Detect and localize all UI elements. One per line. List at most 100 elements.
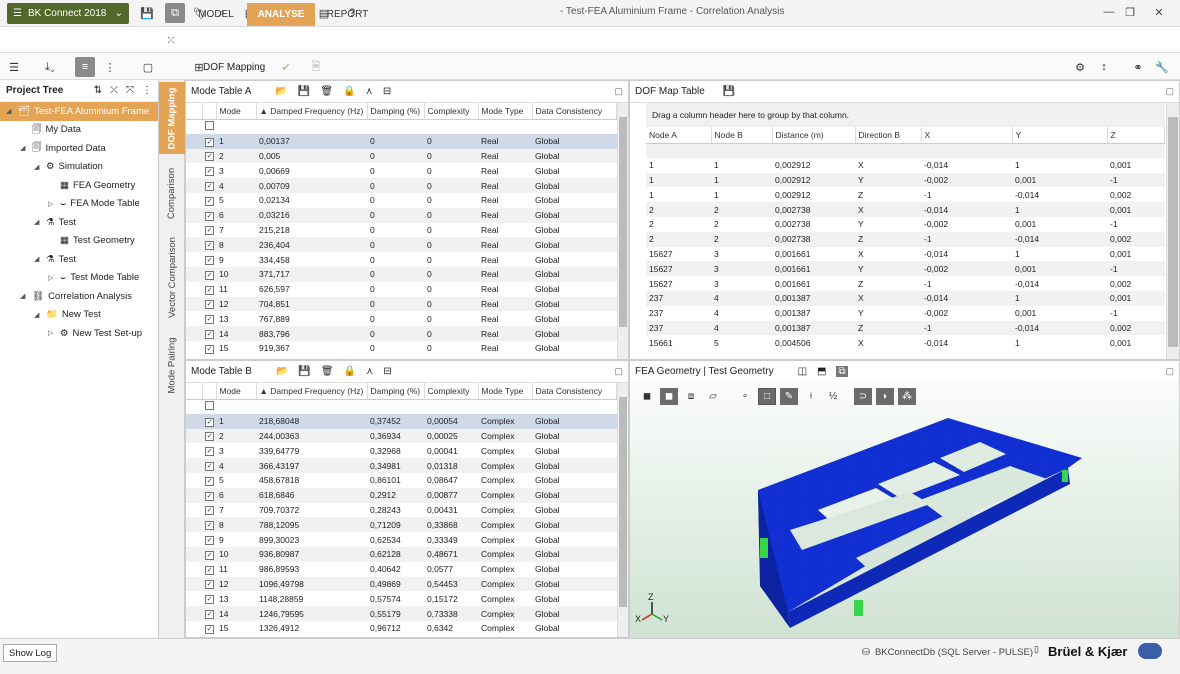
column-header[interactable]: Mode — [216, 103, 257, 120]
table-row[interactable]: ✓ 14 1246,79595 0,55179 0,73338 Complex Global — [186, 606, 617, 621]
caret-down-icon[interactable]: ◢ — [34, 255, 42, 263]
table-row[interactable]: ✓ 13 1148,28859 0,57574 0,15172 Complex Global — [186, 591, 617, 606]
row-checkbox[interactable]: ✓ — [205, 167, 214, 177]
split-horizontal-icon[interactable]: ⬒ — [817, 366, 826, 377]
table-row[interactable]: ✓ 9 899,30023 0,62534 0,33349 Complex Global — [186, 532, 617, 547]
row-checkbox[interactable]: ✓ — [205, 330, 214, 340]
row-checkbox[interactable]: ✓ — [205, 344, 214, 354]
table-row[interactable]: ✓ 11 986,89593 0,40642 0,0577 Complex Global — [186, 562, 617, 577]
more-icon[interactable]: ⋮ — [142, 85, 152, 96]
minimize-icon[interactable]: — — [1100, 3, 1118, 21]
node-icon[interactable]: ⟊ — [802, 388, 820, 405]
vtab-mode-pairing[interactable]: Mode Pairing — [159, 330, 185, 400]
table-row[interactable]: ✓ 8 788,12095 0,71209 0,33868 Complex Global — [186, 517, 617, 533]
column-header[interactable]: Node B — [711, 127, 773, 144]
scroll-thumb[interactable] — [1168, 117, 1178, 347]
row-checkbox[interactable]: ✓ — [205, 610, 214, 620]
table-row[interactable]: 15661 5 0,004506 X -0,014 1 0,001 — [646, 335, 1165, 350]
column-header[interactable]: ▲ Damped Frequency (Hz) — [256, 383, 368, 400]
group-by-area[interactable]: Drag a column header here to group by th… — [646, 103, 1165, 127]
transparent-cube-icon[interactable]: ▱ — [704, 388, 722, 405]
table-row[interactable]: ✓ 13 767,889 0 0 Real Global — [186, 311, 617, 326]
tab-report[interactable]: REPORT — [320, 3, 375, 26]
folder-network-icon[interactable]: ⊟ — [383, 366, 391, 377]
maximize-icon[interactable]: ▢ — [614, 86, 623, 97]
column-header[interactable]: Mode Type — [478, 383, 533, 400]
row-checkbox[interactable]: ✓ — [205, 565, 214, 575]
table-row[interactable]: ✓ 12 704,851 0 0 Real Global — [186, 296, 617, 312]
settings-gear-icon[interactable]: ⚙ — [1070, 57, 1090, 77]
wrench-icon[interactable]: 🔧 — [1152, 57, 1172, 77]
tree-item[interactable]: ▷ ⚙ New Test Set-up — [0, 324, 158, 343]
shaded-cube-icon[interactable]: ◼ — [660, 387, 678, 405]
caret-down-icon[interactable]: ◢ — [20, 144, 28, 152]
curve-icon[interactable]: ⊃ — [854, 387, 872, 405]
row-checkbox[interactable]: ✓ — [205, 536, 214, 546]
network-icon[interactable]: ⁂ — [898, 387, 916, 405]
column-header[interactable]: Z — [1107, 127, 1165, 144]
tree-item[interactable]: ▦ FEA Geometry — [0, 176, 158, 195]
row-checkbox[interactable]: ✓ — [205, 152, 214, 162]
row-checkbox[interactable]: ✓ — [205, 300, 214, 310]
row-checkbox[interactable]: ✓ — [205, 315, 214, 325]
tree-item[interactable]: ◢ 📁 New Test — [0, 306, 158, 325]
delete-icon[interactable]: 🗑 — [321, 366, 334, 377]
point-icon[interactable]: ∘ — [736, 388, 754, 405]
caret-right-icon[interactable]: ▷ — [48, 329, 56, 337]
caret-down-icon[interactable]: ◢ — [34, 218, 42, 226]
caret-down-icon[interactable]: ◢ — [20, 292, 28, 300]
vertical-scrollbar[interactable] — [617, 383, 628, 637]
lock-icon[interactable]: 🔒 — [344, 366, 356, 377]
save-icon[interactable]: 💾 — [137, 3, 157, 23]
row-checkbox[interactable]: ✓ — [205, 476, 214, 486]
table-row[interactable]: ✓ 5 0,02134 0 0 Real Global — [186, 193, 617, 208]
delete-icon[interactable]: 🗑 — [320, 86, 333, 97]
sort-icon[interactable]: ↕ — [1094, 57, 1114, 77]
table-row[interactable]: ✓ 1 0,00137 0 0 Real Global — [186, 133, 617, 149]
vtab-vector-comparison[interactable]: Vector Comparison — [159, 230, 185, 324]
collapse-all-icon[interactable]: ⤫ — [110, 85, 118, 96]
menu-icon[interactable]: ☰ — [4, 57, 24, 77]
split-vertical-icon[interactable]: ◫ — [798, 366, 807, 377]
table-row[interactable]: ✓ 6 618,6846 0,2912 0,00877 Complex Global — [186, 487, 617, 503]
row-checkbox[interactable]: ✓ — [205, 550, 214, 560]
maximize-icon[interactable]: ▢ — [1165, 86, 1174, 97]
table-row[interactable]: 2 2 0,002738 Z -1 -0,014 0,002 — [646, 231, 1165, 247]
table-row[interactable]: ✓ 3 339,64779 0,32968 0,00041 Complex Global — [186, 443, 617, 458]
row-checkbox[interactable]: ✓ — [205, 285, 214, 295]
row-checkbox[interactable]: ✓ — [205, 196, 214, 206]
table-row[interactable]: ✓ 2 0,005 0 0 Real Global — [186, 148, 617, 164]
tab-model[interactable]: MODEL — [190, 3, 242, 26]
open-folder-icon[interactable]: 📂 — [276, 366, 288, 377]
scroll-thumb[interactable] — [619, 117, 627, 327]
caret-right-icon[interactable]: ▷ — [48, 274, 56, 282]
row-checkbox[interactable]: ✓ — [205, 270, 214, 280]
antenna-icon[interactable]: ⋏ — [365, 86, 372, 97]
tree-item[interactable]: ▷ ⌣ FEA Mode Table — [0, 195, 158, 214]
table-row[interactable]: ✓ 14 883,796 0 0 Real Global — [186, 326, 617, 341]
table-row[interactable]: 237 4 0,001387 Y -0,002 0,001 -1 — [646, 306, 1165, 321]
row-checkbox[interactable]: ✓ — [205, 417, 214, 427]
table-row[interactable]: 237 4 0,001387 X -0,014 1 0,001 — [646, 290, 1165, 306]
vtab-comparison[interactable]: Comparison — [159, 160, 185, 226]
open-folder-icon[interactable]: 📂 — [275, 86, 287, 97]
table-row[interactable]: ✓ 9 334,458 0 0 Real Global — [186, 252, 617, 267]
table-row[interactable]: ✓ 8 236,404 0 0 Real Global — [186, 237, 617, 253]
show-log-button[interactable]: Show Log — [3, 644, 58, 662]
caret-down-icon[interactable]: ◢ — [34, 163, 42, 171]
row-checkbox[interactable]: ✓ — [205, 447, 214, 457]
tree-view-icon[interactable]: ≡ — [75, 57, 95, 77]
table-row[interactable]: ✓ 4 0,00709 0 0 Real Global — [186, 178, 617, 193]
column-header[interactable]: Y — [1012, 127, 1108, 144]
row-checkbox[interactable]: ✓ — [205, 182, 214, 192]
tree-item[interactable]: ◢ ⚙ Simulation — [0, 158, 158, 177]
filter-row[interactable] — [186, 399, 617, 414]
caret-down-icon[interactable]: ◢ — [6, 107, 14, 115]
table-row[interactable]: ✓ 12 1096,49798 0,49869 0,54453 Complex Global — [186, 576, 617, 592]
sort-az-icon[interactable]: ⇅ — [94, 85, 102, 96]
column-header[interactable]: Complexity — [424, 383, 479, 400]
row-checkbox[interactable]: ✓ — [205, 226, 214, 236]
table-row[interactable]: 1 1 0,002912 Y -0,002 0,001 -1 — [646, 172, 1165, 188]
tree-item[interactable]: ◢ 🗐 Imported Data — [0, 139, 158, 158]
scroll-thumb[interactable] — [619, 397, 627, 607]
